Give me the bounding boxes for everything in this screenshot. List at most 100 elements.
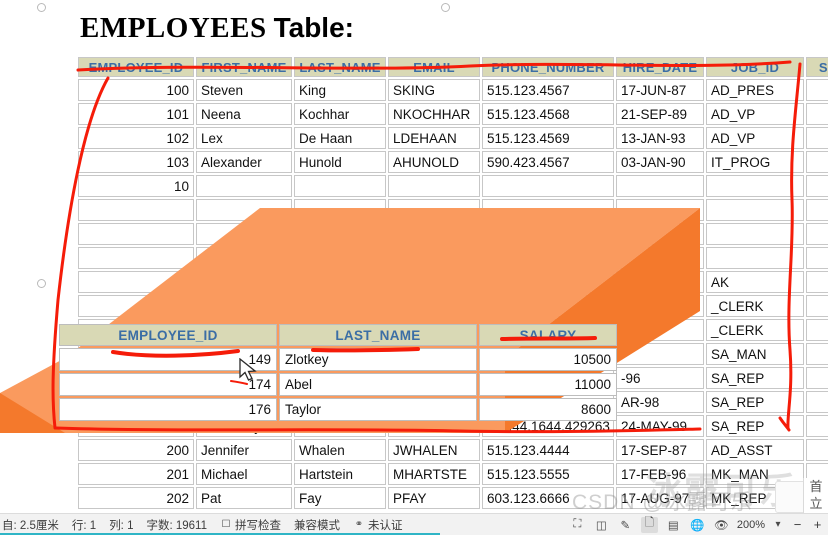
employees-cell[interactable] xyxy=(388,223,480,245)
employees-cell[interactable] xyxy=(388,199,480,221)
employees-cell[interactable]: Jennifer xyxy=(196,439,292,461)
employees-cell[interactable]: Pat xyxy=(196,487,292,509)
employees-cell[interactable] xyxy=(78,223,194,245)
read-mode-icon[interactable]: 👁 xyxy=(713,517,730,533)
result-cell[interactable]: Zlotkey xyxy=(279,348,477,371)
employees-cell[interactable]: SA_REP xyxy=(706,391,804,413)
employees-col-employee_id[interactable]: EMPLOYEE_ID xyxy=(78,57,194,77)
table-row[interactable]: 200 Jennifer Whalen JWHALEN 515.123.4444 17-S… xyxy=(78,439,828,461)
employees-col-salary[interactable]: SALARY xyxy=(806,57,828,77)
employees-cell[interactable]: Hartstein xyxy=(294,463,386,485)
employees-cell[interactable] xyxy=(78,199,194,221)
web-view-icon[interactable]: 🌐 xyxy=(689,517,706,533)
employees-cell[interactable] xyxy=(706,199,804,221)
employees-cell[interactable] xyxy=(78,295,194,317)
employees-cell[interactable] xyxy=(482,175,614,197)
employees-cell[interactable] xyxy=(294,175,386,197)
employees-cell[interactable] xyxy=(616,247,704,269)
employees-cell[interactable]: Lex xyxy=(196,127,292,149)
fullscreen-icon[interactable]: ⛶ xyxy=(569,517,586,533)
status-spellcheck[interactable]: ☐ 拼写检查 xyxy=(220,517,281,533)
employees-cell[interactable] xyxy=(616,319,704,341)
employees-cell[interactable]: 21-SEP-89 xyxy=(616,103,704,125)
table-row[interactable]: 101 Neena Kochhar NKOCHHAR 515.123.4568 21-SE… xyxy=(78,103,828,125)
employees-cell[interactable] xyxy=(388,247,480,269)
employees-cell[interactable] xyxy=(616,199,704,221)
employees-cell[interactable]: 58 xyxy=(806,223,828,245)
table-row[interactable]: _CLERK26 xyxy=(78,295,828,317)
employees-cell[interactable]: King xyxy=(294,79,386,101)
table-row[interactable]: AK310 xyxy=(78,271,828,293)
employees-cell[interactable]: 60 xyxy=(806,175,828,197)
employees-cell[interactable]: Neena xyxy=(196,103,292,125)
result-cell[interactable]: Taylor xyxy=(279,398,477,421)
employees-cell[interactable]: SA_MAN xyxy=(706,343,804,365)
employees-cell[interactable]: De Haan xyxy=(294,127,386,149)
result-cell[interactable]: 8600 xyxy=(479,398,617,421)
employees-cell[interactable]: 200 xyxy=(78,439,194,461)
employees-cell[interactable]: 310 xyxy=(806,271,828,293)
employees-cell[interactable] xyxy=(294,247,386,269)
employees-cell[interactable]: 42 xyxy=(806,199,828,221)
employees-cell[interactable]: AD_ASST xyxy=(706,439,804,461)
employees-cell[interactable]: MHARTSTE xyxy=(388,463,480,485)
selection-handle-middle-left[interactable] xyxy=(37,279,46,288)
chevron-down-icon[interactable]: ▾ xyxy=(772,519,784,531)
result-cell[interactable]: Abel xyxy=(279,373,477,396)
status-word-count[interactable]: 字数: 19611 xyxy=(146,517,207,533)
employees-cell[interactable] xyxy=(196,199,292,221)
employees-cell[interactable] xyxy=(706,247,804,269)
employees-cell[interactable]: AR-98 xyxy=(616,391,704,413)
employees-col-email[interactable]: EMAIL xyxy=(388,57,480,77)
list-item[interactable]: 176 Taylor 8600 xyxy=(59,398,617,421)
employees-cell[interactable]: JWHALEN xyxy=(388,439,480,461)
employees-cell[interactable]: Hunold xyxy=(294,151,386,173)
employees-cell[interactable]: Kochhar xyxy=(294,103,386,125)
employees-cell[interactable]: Michael xyxy=(196,463,292,485)
employees-cell[interactable] xyxy=(482,199,614,221)
employees-cell[interactable]: 100 xyxy=(78,79,194,101)
result-cell[interactable]: 149 xyxy=(59,348,277,371)
zoom-out-button[interactable]: − xyxy=(791,517,804,532)
employees-cell[interactable]: AHUNOLD xyxy=(388,151,480,173)
employees-cell[interactable]: _CLERK xyxy=(706,295,804,317)
employees-col-first_name[interactable]: FIRST_NAME xyxy=(196,57,292,77)
employees-cell[interactable]: _CLERK xyxy=(706,319,804,341)
status-page-measure[interactable]: 自: 2.5厘米 xyxy=(2,517,59,533)
employees-cell[interactable]: 515.123.4568 xyxy=(482,103,614,125)
employees-cell[interactable] xyxy=(616,175,704,197)
employees-cell[interactable] xyxy=(482,295,614,317)
employees-cell[interactable]: 170 xyxy=(806,127,828,149)
employees-cell[interactable]: 17-JUN-87 xyxy=(616,79,704,101)
employees-cell[interactable]: 515.123.4567 xyxy=(482,79,614,101)
list-item[interactable]: 174 Abel 11000 xyxy=(59,373,617,396)
employees-cell[interactable] xyxy=(482,247,614,269)
employees-cell[interactable] xyxy=(616,343,704,365)
result-cell[interactable]: 176 xyxy=(59,398,277,421)
employees-cell[interactable]: AD_PRES xyxy=(706,79,804,101)
page-view-icon[interactable]: 🗋 xyxy=(640,516,658,533)
zoom-in-button[interactable]: + xyxy=(811,517,824,532)
employees-cell[interactable] xyxy=(482,223,614,245)
employees-cell[interactable]: 240 xyxy=(806,79,828,101)
result-col-salary[interactable]: SALARY xyxy=(479,324,617,346)
selection-handle-top-left[interactable] xyxy=(37,3,46,12)
employees-cell[interactable]: Whalen xyxy=(294,439,386,461)
employees-cell[interactable] xyxy=(294,271,386,293)
employees-cell[interactable] xyxy=(294,223,386,245)
result-cell[interactable]: 174 xyxy=(59,373,277,396)
employees-cell[interactable] xyxy=(388,295,480,317)
employees-cell[interactable]: 515.123.4444 xyxy=(482,439,614,461)
table-row[interactable]: 35 xyxy=(78,247,828,269)
employees-col-job_id[interactable]: JOB_ID xyxy=(706,57,804,77)
employees-cell[interactable]: NKOCHHAR xyxy=(388,103,480,125)
employees-cell[interactable]: IT_PROG xyxy=(706,151,804,173)
status-line[interactable]: 行: 1 xyxy=(72,517,96,533)
employees-cell[interactable] xyxy=(294,199,386,221)
employees-cell[interactable]: 26 xyxy=(806,295,828,317)
table-row[interactable]: 42 xyxy=(78,199,828,221)
employees-cell[interactable] xyxy=(78,271,194,293)
status-column[interactable]: 列: 1 xyxy=(109,517,133,533)
employees-cell[interactable]: 102 xyxy=(78,127,194,149)
employees-cell[interactable]: 24-MAY-99 xyxy=(616,415,704,437)
